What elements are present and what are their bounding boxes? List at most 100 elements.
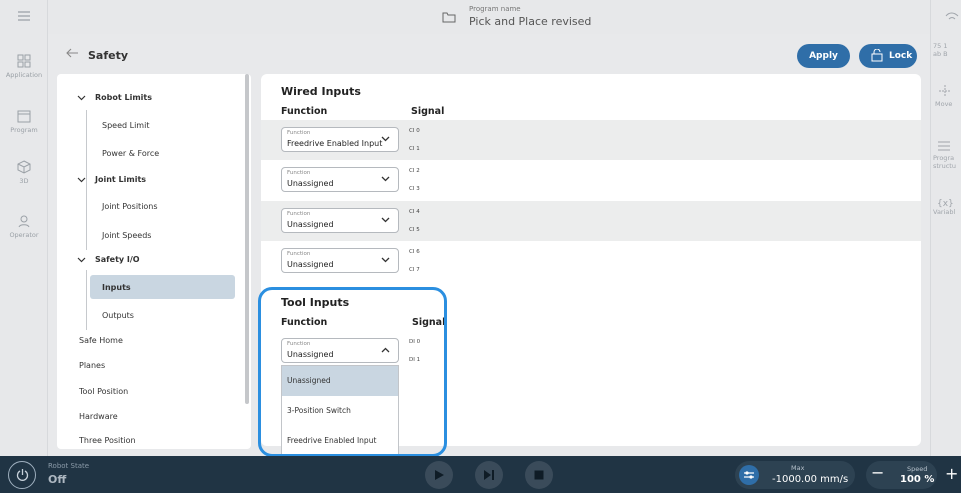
nav-tool-position[interactable]: Tool Position (79, 387, 128, 396)
nav-scrollbar[interactable] (245, 74, 249, 404)
max-speed-control[interactable]: Max -1000.00 mm/s (735, 461, 855, 489)
dropdown-option[interactable]: Unassigned (282, 366, 398, 396)
tool-inputs-title: Tool Inputs (281, 296, 350, 309)
stop-icon (534, 470, 544, 480)
nav-speed-limit[interactable]: Speed Limit (102, 121, 149, 130)
wired-inputs-title: Wired Inputs (281, 85, 361, 98)
speed-decrease-button[interactable]: − (871, 463, 884, 482)
nav-program[interactable]: Program (0, 110, 48, 134)
tool-signal-header: Signal (412, 317, 446, 328)
signal-label: CI 0 (409, 128, 420, 134)
function-dropdown[interactable]: Function Unassigned (281, 167, 399, 192)
speed-value: 100 % (900, 474, 935, 485)
function-dropdown[interactable]: Function Unassigned (281, 248, 399, 273)
signal-label: CI 4 (409, 209, 420, 215)
program-name[interactable]: Pick and Place revised (469, 15, 591, 28)
move-button[interactable]: Move (935, 84, 961, 108)
nav-outputs[interactable]: Outputs (102, 311, 134, 320)
program-name-label: Program name (469, 5, 521, 13)
nav-3d[interactable]: 3D (0, 160, 48, 185)
signal-label: CI 1 (409, 146, 420, 152)
speed-label: Speed (907, 465, 928, 473)
move-arrows-icon (939, 85, 951, 97)
list-icon (938, 141, 950, 151)
dropdown-option[interactable]: 3-Position Switch (282, 396, 398, 426)
speed-increase-button[interactable]: + (945, 464, 958, 483)
nav-program-label: Program (10, 126, 38, 134)
step-icon (484, 470, 494, 480)
chevron-down-icon[interactable] (77, 95, 86, 101)
tree-line (86, 190, 87, 250)
function-dropdown[interactable]: Function Freedrive Enabled Input (281, 127, 399, 152)
table-row: Function Unassigned CI 4 CI 5 (261, 201, 921, 241)
folder-icon (442, 12, 456, 23)
signal-label: CI 2 (409, 168, 420, 174)
signal-label: CI 6 (409, 249, 420, 255)
nav-application[interactable]: Application (0, 54, 48, 79)
back-arrow-icon[interactable] (65, 47, 79, 59)
nav-joint-limits[interactable]: Joint Limits (95, 175, 146, 184)
right-rail: 75 1 ab B Move Progra structu {x} Variab… (930, 0, 961, 456)
power-icon (16, 469, 29, 481)
function-value: Unassigned (287, 220, 334, 229)
nav-safe-home[interactable]: Safe Home (79, 336, 123, 345)
person-icon (18, 215, 30, 228)
chevron-up-icon (381, 347, 390, 353)
partial-info-line-2: ab B (933, 50, 948, 58)
nav-application-label: Application (5, 71, 43, 79)
function-label: Function (287, 170, 311, 176)
nav-joint-speeds[interactable]: Joint Speeds (102, 231, 151, 240)
program-structure-label-2: structu (933, 162, 956, 170)
grid-icon (17, 54, 31, 68)
function-label: Function (287, 130, 311, 136)
speed-control: − Speed 100 % (866, 461, 937, 489)
left-rail: Application Program 3D Operator (0, 0, 48, 456)
play-icon (435, 470, 444, 480)
partial-info-line-1: 75 1 (933, 42, 948, 50)
chevron-down-icon[interactable] (77, 257, 86, 263)
step-button[interactable] (475, 461, 503, 489)
apply-button[interactable]: Apply (797, 44, 850, 68)
lock-label: Lock (889, 51, 913, 61)
table-row: Function Freedrive Enabled Input CI 0 CI… (261, 120, 921, 160)
program-structure-button[interactable]: Progra structu (933, 140, 961, 170)
stop-button[interactable] (525, 461, 553, 489)
nav-safety-io[interactable]: Safety I/O (95, 255, 140, 264)
nav-operator-label: Operator (9, 231, 39, 239)
tool-function-dropdown[interactable]: Function Unassigned (281, 338, 399, 363)
power-button[interactable] (8, 461, 36, 489)
move-label: Move (935, 100, 953, 108)
nav-power-force[interactable]: Power & Force (102, 149, 159, 158)
sliders-icon (739, 465, 759, 485)
bottom-bar: Robot State Off Max -1000.00 mm/s − Spee… (0, 456, 961, 493)
function-value: Unassigned (287, 260, 334, 269)
safety-nav-panel: Robot Limits Speed Limit Power & Force J… (57, 74, 251, 449)
play-button[interactable] (425, 461, 453, 489)
signal-label: DI 1 (409, 357, 421, 363)
nav-inputs[interactable]: Inputs (102, 283, 131, 292)
nav-robot-limits[interactable]: Robot Limits (95, 93, 152, 102)
max-label: Max (791, 464, 805, 472)
nav-planes[interactable]: Planes (79, 361, 105, 370)
dropdown-option[interactable]: Freedrive Enabled Input (282, 426, 398, 456)
lock-icon (871, 49, 883, 62)
chevron-down-icon (381, 136, 390, 142)
function-value: Freedrive Enabled Input (287, 139, 383, 148)
robot-state-value: Off (48, 473, 67, 486)
max-value: -1000.00 mm/s (772, 474, 849, 485)
nav-joint-positions[interactable]: Joint Positions (102, 202, 158, 211)
function-dropdown[interactable]: Function Unassigned (281, 208, 399, 233)
partial-info: 75 1 ab B (933, 42, 961, 58)
hamburger-menu-icon[interactable] (0, 10, 48, 25)
variables-button[interactable]: {x} Variabl (933, 200, 961, 217)
hand-icon[interactable] (945, 10, 961, 24)
nav-three-position[interactable]: Three Position (79, 436, 136, 445)
page-title: Safety (88, 49, 129, 62)
lock-button[interactable]: Lock (859, 44, 917, 68)
chevron-down-icon[interactable] (77, 177, 86, 183)
function-value: Unassigned (287, 179, 334, 188)
function-label: Function (287, 211, 311, 217)
function-dropdown-menu: Unassigned 3-Position Switch Freedrive E… (281, 365, 399, 455)
nav-operator[interactable]: Operator (0, 214, 48, 239)
nav-hardware[interactable]: Hardware (79, 412, 118, 421)
